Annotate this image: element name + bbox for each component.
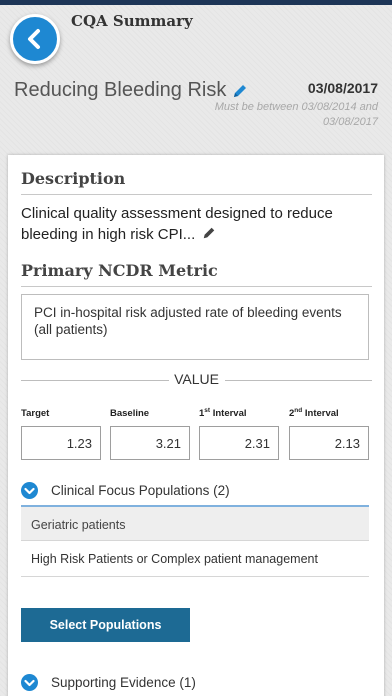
value-label: 1st Interval — [199, 407, 247, 420]
top-strip — [0, 0, 392, 5]
value-baseline: Baseline 3.21 — [110, 407, 190, 460]
populations-title: Clinical Focus Populations (2) — [51, 483, 230, 498]
app-title: CQA Summary — [71, 12, 193, 30]
interval-1-input[interactable]: 2.31 — [199, 426, 279, 460]
population-item[interactable]: Geriatric patients — [21, 505, 369, 541]
chevron-down-icon — [21, 482, 38, 499]
date-hint: Must be between 03/08/2014 and 03/08/201… — [214, 101, 378, 128]
cqa-name-text: Reducing Bleeding Risk — [14, 79, 227, 101]
summary-card: Description Clinical quality assessment … — [8, 155, 384, 696]
value-divider-label: VALUE — [174, 371, 219, 387]
pencil-icon[interactable] — [202, 226, 216, 240]
chevron-left-icon — [28, 29, 40, 49]
populations-accordion[interactable]: Clinical Focus Populations (2) — [21, 482, 230, 499]
cqa-date[interactable]: 03/08/2017 — [308, 80, 378, 96]
value-divider: VALUE — [21, 371, 372, 389]
evidence-accordion[interactable]: Supporting Evidence (1) — [21, 674, 196, 691]
metric-title: Primary NCDR Metric — [21, 261, 218, 280]
interval-2-input[interactable]: 2.13 — [289, 426, 369, 460]
metric-field[interactable]: PCI in-hospital risk adjusted rate of bl… — [21, 294, 369, 360]
value-label: 2nd Interval — [289, 407, 339, 420]
metric-rule — [21, 286, 372, 287]
description-title: Description — [21, 169, 126, 188]
back-button[interactable] — [10, 14, 60, 64]
cqa-name[interactable]: Reducing Bleeding Risk — [14, 79, 248, 102]
baseline-input[interactable]: 3.21 — [110, 426, 190, 460]
description-body: Clinical quality assessment designed to … — [21, 205, 333, 243]
description-rule — [21, 194, 372, 195]
select-populations-button[interactable]: Select Populations — [21, 608, 190, 642]
value-label: Baseline — [110, 408, 150, 420]
pencil-icon[interactable] — [232, 83, 248, 99]
chevron-down-icon — [21, 674, 38, 691]
value-label: Target — [21, 408, 50, 420]
value-target: Target 1.23 — [21, 407, 101, 460]
evidence-title: Supporting Evidence (1) — [51, 675, 196, 690]
description-text[interactable]: Clinical quality assessment designed to … — [21, 203, 373, 245]
value-interval-2: 2nd Interval 2.13 — [289, 407, 369, 460]
value-interval-1: 1st Interval 2.31 — [199, 407, 279, 460]
target-input[interactable]: 1.23 — [21, 426, 101, 460]
population-item[interactable]: High Risk Patients or Complex patient ma… — [21, 541, 369, 577]
